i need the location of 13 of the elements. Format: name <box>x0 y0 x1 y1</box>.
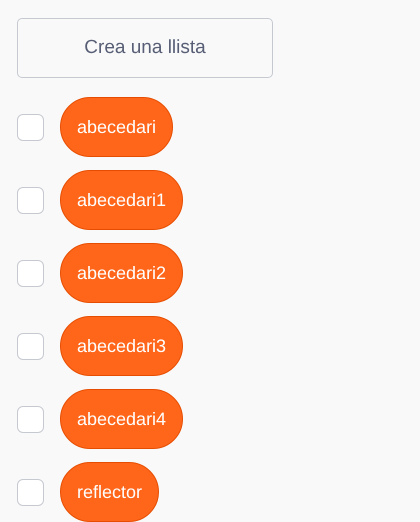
list-block[interactable]: abecedari4 <box>60 389 184 449</box>
checkbox[interactable] <box>17 186 44 214</box>
list-block[interactable]: abecedari1 <box>60 170 184 230</box>
checkbox[interactable] <box>17 406 44 432</box>
checkbox[interactable] <box>17 114 44 140</box>
list-block[interactable]: abecedari3 <box>60 316 184 376</box>
list-block[interactable]: reflector <box>60 462 160 522</box>
checkbox[interactable] <box>17 260 44 286</box>
list-block[interactable]: abecedari2 <box>60 243 184 303</box>
checkbox[interactable] <box>17 332 44 360</box>
make-list-button[interactable]: Crea una llista <box>17 18 273 78</box>
list-block[interactable]: abecedari <box>60 97 174 157</box>
checkbox[interactable] <box>17 478 44 506</box>
